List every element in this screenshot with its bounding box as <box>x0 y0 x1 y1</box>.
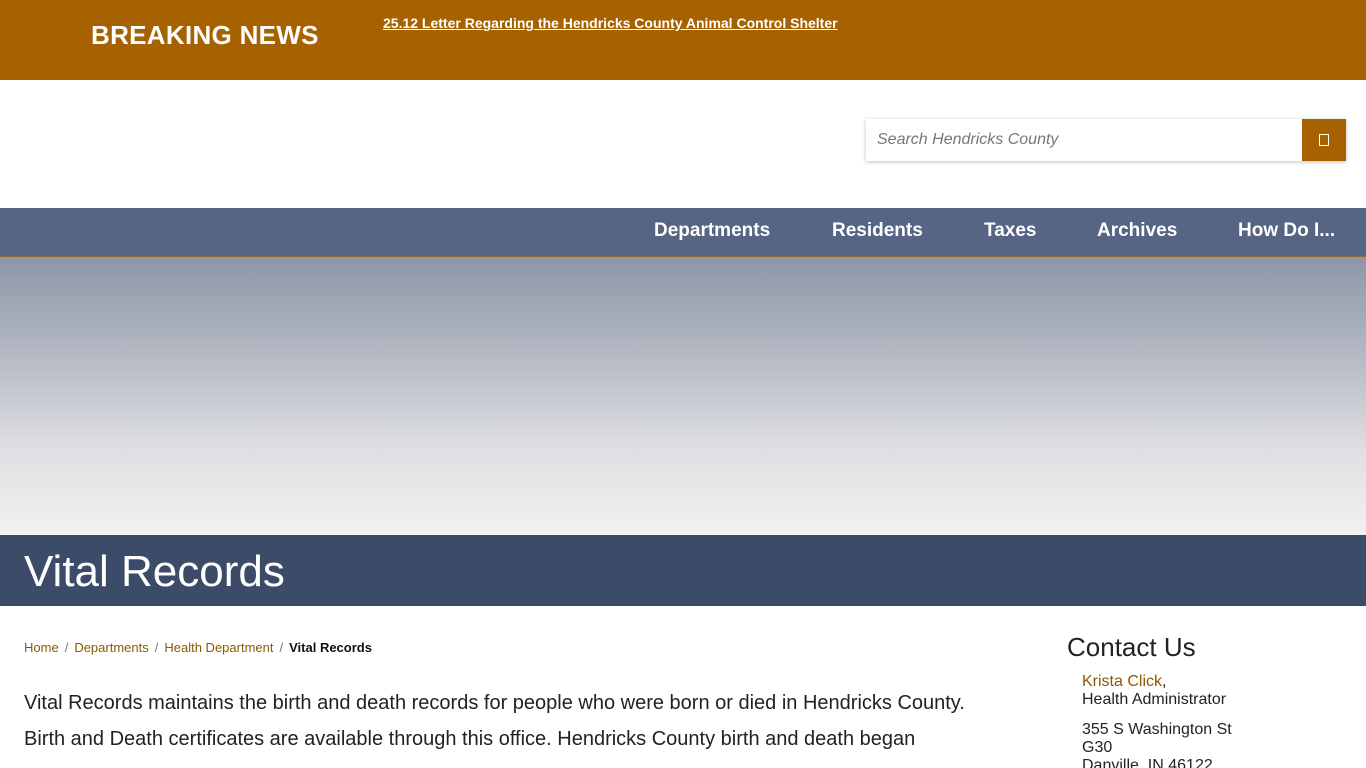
contact-name-suffix: , <box>1162 673 1167 690</box>
breadcrumb-health-department[interactable]: Health Department <box>164 640 273 655</box>
breadcrumb: Home / Departments / Health Department / Vital… <box>24 640 372 655</box>
breadcrumb-separator: / <box>64 640 69 655</box>
nav-item-residents[interactable]: Residents <box>832 220 923 242</box>
nav-item-archives[interactable]: Archives <box>1097 220 1177 242</box>
contact-address-line: G30 <box>1082 739 1113 756</box>
search-button[interactable] <box>1302 119 1346 161</box>
breadcrumb-current: Vital Records <box>289 640 372 655</box>
breadcrumb-separator: / <box>154 640 159 655</box>
breaking-news-label: BREAKING NEWS <box>91 20 319 50</box>
breadcrumb-home[interactable]: Home <box>24 640 59 655</box>
content-paragraph: Vital Records maintains the birth and de… <box>24 692 965 714</box>
search-input[interactable] <box>866 119 1302 161</box>
nav-item-how-do-i[interactable]: How Do I... <box>1238 220 1335 242</box>
contact-sidebar: Contact Us Krista Click, Health Administ… <box>1067 632 1347 768</box>
search-bar <box>866 119 1346 161</box>
contact-info: Krista Click, Health Administrator 355 S… <box>1067 673 1347 768</box>
search-icon <box>1319 134 1329 146</box>
breadcrumb-separator: / <box>279 640 284 655</box>
contact-name-link[interactable]: Krista Click <box>1082 673 1162 690</box>
contact-role: Health Administrator <box>1082 691 1227 708</box>
page-title: Vital Records <box>24 547 285 596</box>
content-paragraph: Birth and Death certificates are availab… <box>24 728 916 750</box>
main-content: Vital Records maintains the birth and de… <box>24 689 1004 761</box>
breaking-news-link[interactable]: 25.12 Letter Regarding the Hendricks Cou… <box>383 15 838 31</box>
contact-address: 355 S Washington St G30 Danville, IN 461… <box>1082 721 1347 768</box>
nav-item-taxes[interactable]: Taxes <box>984 220 1036 242</box>
contact-address-line: 355 S Washington St <box>1082 721 1232 738</box>
contact-title: Contact Us <box>1067 632 1196 662</box>
nav-item-departments[interactable]: Departments <box>654 220 770 242</box>
page-title-bar: Vital Records <box>0 535 1366 606</box>
contact-address-line: Danville, IN 46122 <box>1082 757 1213 768</box>
breadcrumb-departments[interactable]: Departments <box>74 640 148 655</box>
breaking-news-bar: BREAKING NEWS 25.12 Letter Regarding the… <box>0 0 1366 80</box>
contact-person: Krista Click, Health Administrator <box>1082 673 1347 709</box>
main-nav: Departments Residents Taxes Archives How… <box>0 208 1366 257</box>
hero-banner <box>0 257 1366 535</box>
